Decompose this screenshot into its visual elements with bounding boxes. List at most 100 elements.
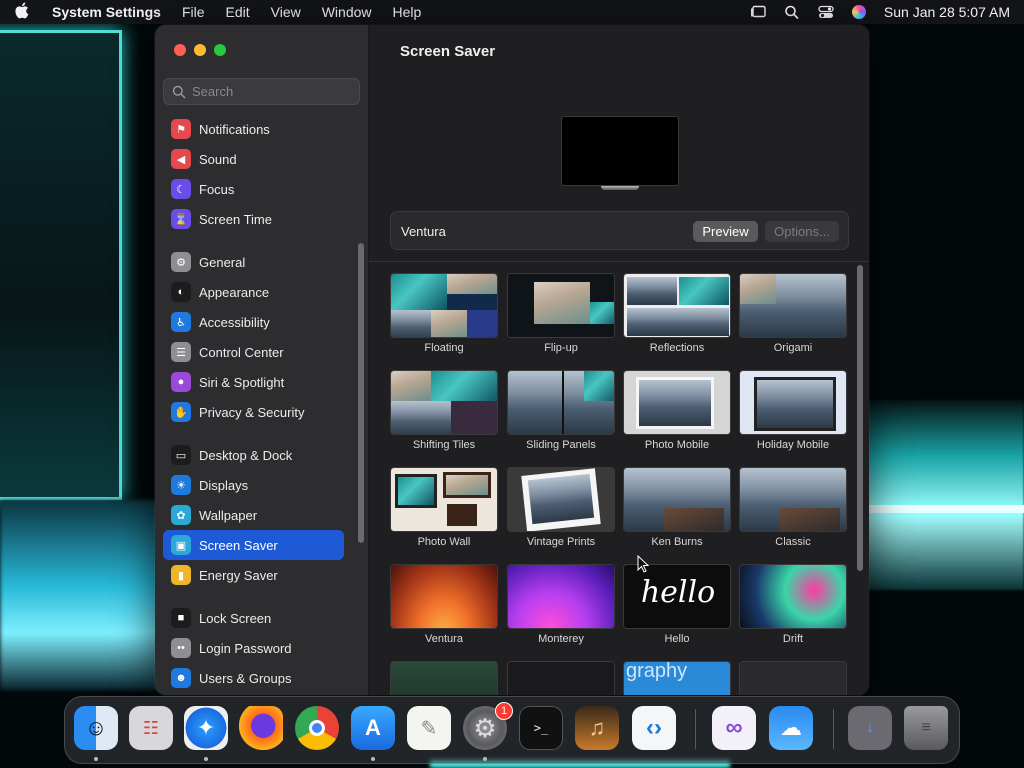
sidebar-item-displays[interactable]: ☀ Displays: [163, 470, 344, 500]
chrome-icon[interactable]: [295, 706, 339, 750]
speaker-icon: ◀: [171, 149, 191, 169]
sidebar-item-screen-saver[interactable]: ▣ Screen Saver: [163, 530, 344, 560]
stage-manager-icon[interactable]: [750, 5, 766, 19]
finder-icon[interactable]: ☺: [74, 706, 118, 750]
screensaver-tile-label: Drift: [782, 633, 804, 645]
sidebar-item-accessibility[interactable]: ♿ Accessibility: [163, 307, 344, 337]
main-pane: Screen Saver Ventura Preview Options... …: [369, 25, 869, 695]
appstore-icon[interactable]: A: [351, 706, 395, 750]
sidebar: ⚑ Notifications ◀ Sound ☾ Focus ⌛ Screen Time ⚙ G…: [155, 25, 369, 695]
screensaver-tile[interactable]: Ventura: [390, 564, 498, 645]
menu-edit[interactable]: Edit: [226, 4, 250, 20]
app-menu[interactable]: System Settings: [52, 4, 161, 20]
screensaver-tile-label: Ken Burns: [651, 536, 703, 548]
firefox-icon[interactable]: [239, 706, 283, 750]
screensaver-tile-label: Holiday Mobile: [756, 439, 830, 451]
screensaver-tile[interactable]: Flip-up: [507, 273, 615, 354]
weather-icon[interactable]: ☁: [769, 706, 813, 750]
menu-window[interactable]: Window: [322, 4, 372, 20]
dock-separator: [833, 709, 834, 749]
sidebar-item-general[interactable]: ⚙ General: [163, 247, 344, 277]
sidebar-item-notifications[interactable]: ⚑ Notifications: [163, 114, 344, 144]
screensaver-tile[interactable]: Holiday Mobile: [739, 370, 847, 451]
sidebar-item-label: Notifications: [199, 121, 270, 137]
preview-button[interactable]: Preview: [693, 221, 758, 242]
running-indicator: [204, 757, 208, 761]
siri-icon: ●: [171, 372, 191, 392]
visualstudio-icon[interactable]: ∞: [712, 706, 756, 750]
control-center-icon[interactable]: [818, 5, 834, 19]
menu-file[interactable]: File: [182, 4, 205, 20]
screensaver-tile[interactable]: graphy: [623, 661, 731, 695]
screensaver-tile[interactable]: Classic: [739, 467, 847, 548]
terminal-icon[interactable]: >_: [519, 706, 563, 750]
menu-help[interactable]: Help: [393, 4, 422, 20]
sidebar-item-screen-time[interactable]: ⌛ Screen Time: [163, 204, 344, 234]
close-button[interactable]: [174, 44, 186, 56]
search-field[interactable]: [163, 78, 360, 105]
screensaver-tile[interactable]: Drift: [739, 564, 847, 645]
sidebar-item-energy-saver[interactable]: ▮ Energy Saver: [163, 560, 344, 590]
accessibility-icon: ♿: [171, 312, 191, 332]
settings-window: ⚑ Notifications ◀ Sound ☾ Focus ⌛ Screen Time ⚙ G…: [155, 25, 869, 695]
sun-icon: ☀: [171, 475, 191, 495]
screensaver-tile[interactable]: [507, 661, 615, 695]
sidebar-item-siri-spotlight[interactable]: ● Siri & Spotlight: [163, 367, 344, 397]
vscode-icon[interactable]: ‹›: [632, 706, 676, 750]
trash-icon[interactable]: ≡: [904, 706, 948, 750]
sidebar-item-users-groups[interactable]: ☻ Users & Groups: [163, 663, 344, 693]
screensaver-tile[interactable]: Monterey: [507, 564, 615, 645]
screensaver-tile[interactable]: Photo Wall: [390, 467, 498, 548]
sidebar-item-appearance[interactable]: ◐ Appearance: [163, 277, 344, 307]
stack-icon[interactable]: ↓: [848, 706, 892, 750]
screensaver-tile[interactable]: Vintage Prints: [507, 467, 615, 548]
sidebar-item-focus[interactable]: ☾ Focus: [163, 174, 344, 204]
thumbnail-text: hello: [640, 575, 716, 610]
sidebar-item-desktop-dock[interactable]: ▭ Desktop & Dock: [163, 440, 344, 470]
launchpad-icon[interactable]: ☷: [129, 706, 173, 750]
screensaver-tile[interactable]: Ken Burns: [623, 467, 731, 548]
screensaver-tile[interactable]: Photo Mobile: [623, 370, 731, 451]
options-button[interactable]: Options...: [765, 221, 839, 242]
minimize-button[interactable]: [194, 44, 206, 56]
sidebar-item-label: Desktop & Dock: [199, 447, 293, 463]
screensaver-thumbnail: [507, 370, 615, 435]
running-indicator: [371, 757, 375, 761]
search-input[interactable]: [192, 84, 352, 99]
dock-icon: ▭: [171, 445, 191, 465]
mouse-cursor-icon: [637, 555, 649, 573]
textedit-icon[interactable]: ✎: [407, 706, 451, 750]
siri-icon[interactable]: [851, 5, 866, 19]
sidebar-item-label: Users & Groups: [199, 670, 292, 686]
sidebar-scrollbar[interactable]: [358, 243, 364, 543]
screensaver-tile[interactable]: Reflections: [623, 273, 731, 354]
safari-icon[interactable]: ✦: [184, 706, 228, 750]
screensaver-tile[interactable]: [739, 661, 847, 695]
screensaver-tile[interactable]: hello Hello: [623, 564, 731, 645]
menu-clock[interactable]: Sun Jan 28 5:07 AM: [884, 4, 1010, 20]
guitar-icon[interactable]: ♫: [575, 706, 619, 750]
main-scrollbar[interactable]: [857, 265, 863, 571]
sidebar-item-label: Energy Saver: [199, 567, 278, 583]
sidebar-item-label: Lock Screen: [199, 610, 272, 626]
wallpaper-glow: [864, 400, 1024, 590]
screensaver-tile[interactable]: Shifting Tiles: [390, 370, 498, 451]
screensaver-tile[interactable]: Sliding Panels: [507, 370, 615, 451]
screensaver-tile[interactable]: Origami: [739, 273, 847, 354]
sidebar-item-login-password[interactable]: •• Login Password: [163, 633, 344, 663]
screensaver-tile[interactable]: Floating: [390, 273, 498, 354]
sidebar-item-privacy-security[interactable]: ✋ Privacy & Security: [163, 397, 344, 427]
menu-view[interactable]: View: [271, 4, 301, 20]
sidebar-item-control-center[interactable]: ☰ Control Center: [163, 337, 344, 367]
running-indicator: [483, 757, 487, 761]
sidebar-item-sound[interactable]: ◀ Sound: [163, 144, 344, 174]
spotlight-icon[interactable]: [784, 5, 800, 19]
screensaver-thumbnail: [390, 661, 498, 695]
selected-saver-name: Ventura: [401, 224, 446, 239]
zoom-button[interactable]: [214, 44, 226, 56]
apple-menu-icon[interactable]: [14, 2, 32, 23]
sidebar-item-lock-screen[interactable]: ■ Lock Screen: [163, 603, 344, 633]
flower-icon: ✿: [171, 505, 191, 525]
screensaver-tile[interactable]: [390, 661, 498, 695]
sidebar-item-wallpaper[interactable]: ✿ Wallpaper: [163, 500, 344, 530]
